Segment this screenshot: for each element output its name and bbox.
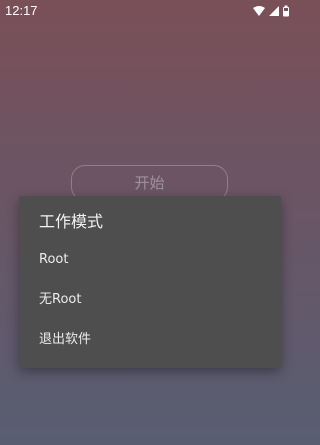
dialog-item-label: Root xyxy=(39,252,69,267)
dialog-title: 工作模式 xyxy=(39,212,104,231)
dialog-item-label: 退出软件 xyxy=(39,332,92,347)
dialog-item-no-root[interactable]: 无Root xyxy=(19,280,281,320)
work-mode-dialog: 工作模式 Root 无Root 退出软件 xyxy=(19,196,281,368)
dialog-item-label: 无Root xyxy=(39,292,82,307)
dialog-item-exit[interactable]: 退出软件 xyxy=(19,320,281,360)
dialog-item-root[interactable]: Root xyxy=(19,240,281,280)
